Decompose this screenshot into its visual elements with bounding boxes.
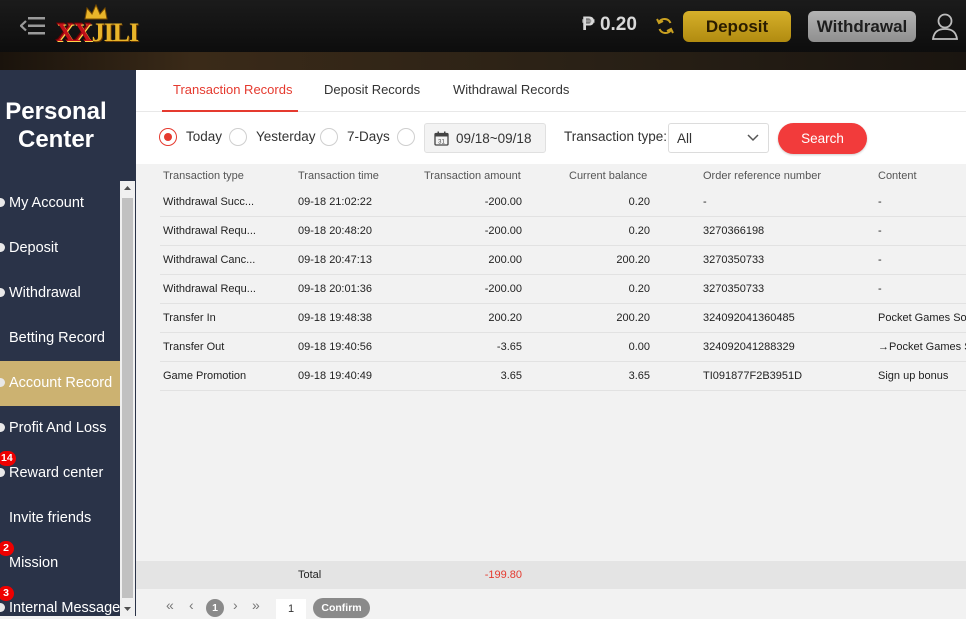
refresh-icon[interactable] [655, 16, 675, 36]
column-header: Current balance [569, 170, 648, 182]
sidebar-item-betting-record[interactable]: Betting Record [0, 316, 120, 361]
wallet-balance: ₱ 0.20 [582, 14, 637, 35]
scroll-up-arrow-icon[interactable] [120, 181, 135, 196]
date-range-value: 09/18~09/18 [456, 131, 532, 146]
site-logo[interactable]: XXJILI [56, 4, 174, 50]
last-page-icon[interactable]: » [252, 597, 260, 613]
next-page-icon[interactable]: › [233, 597, 238, 613]
total-label: Total [298, 569, 322, 581]
column-header: Content [878, 170, 917, 182]
confirm-page-button[interactable]: Confirm [313, 598, 370, 618]
table-row: Withdrawal Requ... 09-18 20:01:36 -200.0… [160, 275, 966, 304]
radio-yesterday-label[interactable]: Yesterday [256, 129, 316, 144]
transactions-table: Transaction type Transaction time Transa… [160, 164, 966, 391]
pagination: « ‹ 1 › » 1 Confirm [136, 589, 966, 619]
bullet-icon [0, 243, 5, 252]
sidebar-item-reward-center[interactable]: 14 Reward center [0, 451, 120, 496]
chevron-down-icon [747, 134, 759, 142]
filter-bar: Today Yesterday 7-Days 31 09/18~09/18 Tr… [136, 112, 966, 164]
bullet-icon [0, 288, 5, 297]
transaction-type-label: Transaction type: [564, 129, 668, 144]
column-header: Transaction time [298, 170, 379, 182]
column-header: Transaction type [163, 170, 244, 182]
svg-text:31: 31 [438, 140, 445, 146]
sidebar-item-invite-friends[interactable]: Invite friends [0, 496, 120, 541]
sidebar: Personal Center My Account Deposit Withd… [0, 70, 136, 616]
reward-count-badge: 14 [0, 451, 16, 466]
withdrawal-button[interactable]: Withdrawal [808, 11, 916, 42]
sidebar-menu: My Account Deposit Withdrawal Betting Re… [0, 181, 120, 616]
top-bar-banner [0, 52, 966, 70]
radio-custom-range[interactable] [397, 128, 415, 146]
sidebar-item-account-record[interactable]: Account Record [0, 361, 120, 406]
bullet-icon [0, 603, 5, 612]
message-count-badge: 3 [0, 586, 14, 601]
radio-7-days-label[interactable]: 7-Days [347, 129, 390, 144]
sidebar-item-internal-message[interactable]: 3 Internal Message [0, 586, 120, 616]
radio-today[interactable] [159, 128, 177, 146]
tab-deposit-records[interactable]: Deposit Records [324, 82, 420, 97]
record-tabs: Transaction Records Deposit Records With… [136, 70, 966, 112]
table-row: Withdrawal Requ... 09-18 20:48:20 -200.0… [160, 217, 966, 246]
scroll-down-arrow-icon[interactable] [120, 601, 135, 616]
table-row: Transfer Out 09-18 19:40:56 -3.65 0.00 3… [160, 333, 966, 362]
transaction-type-value: All [677, 131, 693, 146]
tab-transaction-records[interactable]: Transaction Records [173, 82, 292, 97]
sidebar-item-my-account[interactable]: My Account [0, 181, 120, 226]
column-header: Transaction amount [424, 170, 521, 182]
sidebar-scrollbar[interactable] [120, 181, 135, 616]
column-header: Order reference number [703, 170, 821, 182]
sidebar-item-withdrawal[interactable]: Withdrawal [0, 271, 120, 316]
logo-text-xx: XX [56, 18, 93, 47]
bullet-icon [0, 468, 5, 477]
scroll-thumb[interactable] [122, 198, 133, 598]
total-row: Total -199.80 [136, 561, 966, 589]
menu-collapse-icon[interactable] [20, 14, 46, 38]
first-page-icon[interactable]: « [166, 597, 174, 613]
table-row: Transfer In 09-18 19:48:38 200.20 200.20… [160, 304, 966, 333]
main-content: Transaction Records Deposit Records With… [136, 70, 966, 619]
sidebar-item-profit-and-loss[interactable]: Profit And Loss [0, 406, 120, 451]
sidebar-title: Personal Center [5, 98, 107, 153]
table-body: Withdrawal Succ... 09-18 21:02:22 -200.0… [160, 188, 966, 391]
mission-count-badge: 2 [0, 541, 14, 556]
total-amount: -199.80 [484, 569, 522, 581]
search-button[interactable]: Search [778, 123, 867, 154]
date-range-picker[interactable]: 31 09/18~09/18 [424, 123, 546, 153]
logo-text-jili: JILI [91, 18, 140, 47]
sidebar-item-deposit[interactable]: Deposit [0, 226, 120, 271]
prev-page-icon[interactable]: ‹ [189, 597, 194, 613]
page-number-input[interactable]: 1 [276, 599, 306, 619]
transaction-type-select[interactable]: All [668, 123, 769, 153]
table-header: Transaction type Transaction time Transa… [160, 164, 966, 188]
user-profile-icon[interactable] [930, 11, 960, 41]
bullet-icon [0, 423, 5, 432]
calendar-icon: 31 [434, 131, 449, 146]
radio-today-label[interactable]: Today [186, 129, 222, 144]
table-row: Game Promotion 09-18 19:40:49 3.65 3.65 … [160, 362, 966, 391]
table-row: Withdrawal Canc... 09-18 20:47:13 200.00… [160, 246, 966, 275]
bullet-icon [0, 378, 5, 387]
deposit-button[interactable]: Deposit [683, 11, 791, 42]
tab-withdrawal-records[interactable]: Withdrawal Records [453, 82, 569, 97]
table-row: Withdrawal Succ... 09-18 21:02:22 -200.0… [160, 188, 966, 217]
radio-7-days[interactable] [320, 128, 338, 146]
bullet-icon [0, 198, 5, 207]
sidebar-item-mission[interactable]: 2 Mission [0, 541, 120, 586]
radio-yesterday[interactable] [229, 128, 247, 146]
current-page[interactable]: 1 [206, 599, 224, 617]
